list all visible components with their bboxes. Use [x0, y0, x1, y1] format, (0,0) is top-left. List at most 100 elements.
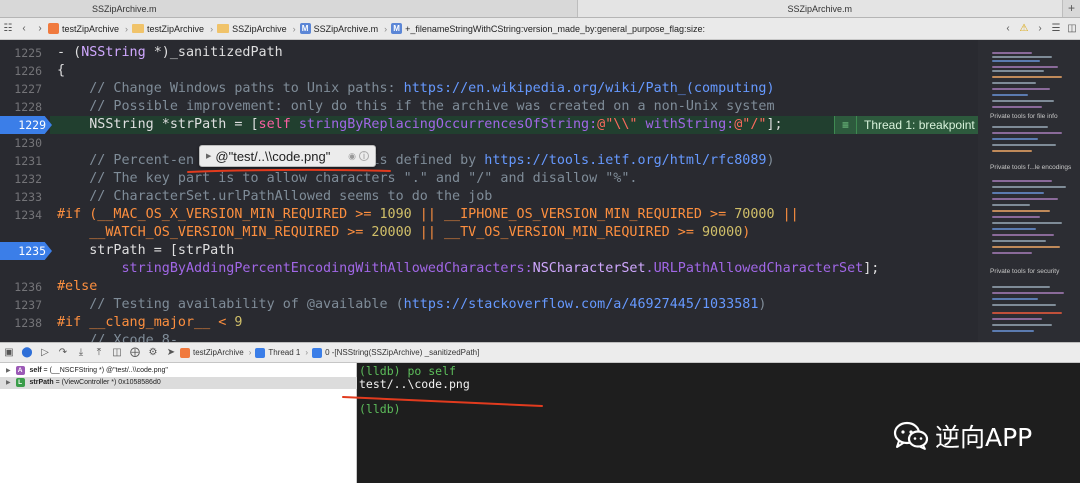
line-number: 1238: [14, 316, 42, 330]
variable-value: = (__NSCFString *) @"test/..\\code.png": [41, 367, 168, 374]
hide-debug-area-icon[interactable]: ▣: [0, 347, 18, 358]
minimap-line: [992, 304, 1056, 306]
environment-overrides-icon[interactable]: ⚙: [144, 347, 162, 358]
quick-look-icon[interactable]: ◉: [348, 151, 356, 162]
minimap-line: [992, 76, 1062, 78]
step-into-icon[interactable]: ⤓: [72, 347, 90, 358]
minimap-line: [992, 246, 1060, 248]
breakpoint-marker[interactable]: 1235: [0, 242, 52, 260]
minimap-line: [992, 100, 1054, 102]
simulate-location-icon[interactable]: ➤: [162, 347, 180, 358]
breadcrumb-file[interactable]: M SSZipArchive.m: [299, 23, 378, 34]
local-badge-icon: L: [15, 377, 25, 387]
disclosure-triangle-icon[interactable]: ▶: [6, 368, 11, 374]
line-number: 1232: [14, 172, 42, 186]
minimap-line: [992, 240, 1046, 242]
toggle-breakpoints-icon[interactable]: ⬤: [18, 347, 36, 358]
window-tab-1[interactable]: SSZipArchive.m: [0, 0, 577, 17]
minimap-line: [992, 192, 1044, 194]
editor-options-icon[interactable]: ☰: [1048, 23, 1064, 34]
code-line: // Testing availability of @available (h…: [57, 297, 767, 312]
code-line: #if __clang_major__ < 9: [57, 315, 243, 330]
code-line: // CharacterSet.urlPathAllowed seems to …: [57, 189, 493, 204]
minimap-line: [992, 186, 1066, 188]
warning-icon[interactable]: ⚠: [1016, 23, 1032, 34]
debug-breadcrumb-process[interactable]: testZipArchive: [180, 347, 244, 358]
line-number: 1233: [14, 190, 42, 204]
data-tip-popover[interactable]: ▶ @"test/..\\code.png" ◉ i: [199, 145, 376, 167]
window-tab-2[interactable]: SSZipArchive.m: [576, 0, 1062, 17]
minimap-mark-label[interactable]: Private tools for file info: [990, 113, 1058, 120]
code-link[interactable]: https://tools.ietf.org/html/rfc8089: [484, 153, 766, 168]
minimap-line: [992, 150, 1032, 152]
view-debugger-icon[interactable]: ◫: [108, 347, 126, 358]
thread-breakpoint-badge[interactable]: ≡ Thread 1: breakpoint: [834, 116, 978, 134]
stack-frame-icon: [312, 347, 323, 358]
debug-breadcrumb-thread[interactable]: Thread 1: [255, 347, 300, 358]
variable-row[interactable]: ▶ L strPath = (ViewController *) 0x10585…: [0, 377, 357, 389]
minimap-line: [992, 312, 1062, 314]
previous-issue-icon[interactable]: ‹: [1000, 23, 1016, 34]
line-number: 1226: [14, 64, 42, 78]
method-icon: M: [391, 23, 403, 34]
objc-file-icon: M: [299, 23, 311, 34]
minimap-line: [992, 126, 1048, 128]
code-line: // The key part is to allow characters "…: [57, 171, 638, 186]
app-icon: [180, 347, 190, 358]
code-line: #else: [57, 279, 98, 294]
line-number: 1236: [14, 280, 42, 294]
code-line: #if (__MAC_OS_X_VERSION_MIN_REQUIRED >= …: [57, 207, 799, 222]
minimap-line: [992, 286, 1050, 288]
minimap-line: [992, 138, 1038, 140]
minimap-line: [992, 234, 1054, 236]
minimap-line: [992, 88, 1050, 90]
disclosure-triangle-icon[interactable]: ▶: [6, 380, 11, 386]
minimap-line: [992, 180, 1052, 182]
info-icon[interactable]: i: [359, 151, 369, 161]
breadcrumb-method[interactable]: M +_filenameStringWithCString:version_ma…: [391, 23, 705, 34]
watermark: 逆向APP: [893, 418, 1032, 454]
minimap[interactable]: Private tools for file info Private tool…: [978, 40, 1080, 342]
console-prompt[interactable]: (lldb): [359, 402, 401, 416]
minimap-line: [992, 222, 1062, 224]
code-line: {: [57, 63, 66, 78]
code-link[interactable]: https://en.wikipedia.org/wiki/Path_(comp…: [404, 81, 775, 96]
disclosure-triangle-icon[interactable]: ▶: [206, 152, 211, 160]
related-items-icon[interactable]: ☷: [0, 23, 16, 34]
argument-badge-icon: A: [15, 365, 25, 375]
line-number: 1227: [14, 82, 42, 96]
code-line: // Possible improvement: only do this if…: [57, 99, 775, 114]
continue-icon[interactable]: ▷: [36, 347, 54, 358]
minimap-mark-label[interactable]: Private tools for security: [990, 268, 1059, 275]
new-tab-button[interactable]: +: [1062, 0, 1080, 17]
minimap-line: [992, 52, 1032, 54]
breadcrumb-project[interactable]: testZipArchive: [48, 23, 119, 34]
step-out-icon[interactable]: ⤒: [90, 347, 108, 358]
window-tab-bar: SSZipArchive.m SSZipArchive.m +: [0, 0, 1080, 18]
forward-arrow-icon[interactable]: ›: [32, 23, 48, 34]
breakpoint-marker[interactable]: 1229: [0, 116, 52, 134]
line-number: 1234: [14, 208, 42, 222]
breadcrumb-folder[interactable]: SSZipArchive: [217, 24, 287, 34]
minimap-line: [992, 324, 1052, 326]
add-editor-icon[interactable]: ◫: [1064, 23, 1080, 34]
breakpoint-list-icon: ≡: [835, 116, 857, 134]
back-arrow-icon[interactable]: ‹: [16, 23, 32, 34]
jump-bar: ☷ ‹ › testZipArchive › testZipArchive › …: [0, 18, 1080, 40]
console-output: test/..\code.png: [359, 377, 470, 391]
debug-breadcrumb-frame[interactable]: 0 -[NSString(SSZipArchive) _sanitizedPat…: [312, 347, 479, 358]
code-link[interactable]: https://stackoverflow.com/a/46927445/103…: [404, 297, 759, 312]
folder-icon: [217, 24, 230, 33]
variables-view[interactable]: ▶ A self = (__NSCFString *) @"test/..\\c…: [0, 363, 357, 483]
data-tip-value: @"test/..\\code.png": [215, 148, 331, 164]
variable-row[interactable]: ▶ A self = (__NSCFString *) @"test/..\\c…: [0, 365, 357, 377]
breadcrumb-group[interactable]: testZipArchive: [132, 24, 204, 34]
next-issue-icon[interactable]: ›: [1032, 23, 1048, 34]
line-number: 1237: [14, 298, 42, 312]
line-gutter[interactable]: 1225 1226 1227 1228 1229 1230 1231 1232 …: [0, 40, 52, 342]
step-over-icon[interactable]: ↷: [54, 347, 72, 358]
source-editor[interactable]: 1225 1226 1227 1228 1229 1230 1231 1232 …: [0, 40, 978, 342]
code-line: stringByAddingPercentEncodingWithAllowed…: [57, 261, 880, 276]
minimap-mark-label[interactable]: Private tools f...le encodings: [990, 164, 1071, 171]
memory-graph-icon[interactable]: ⨁: [126, 347, 144, 358]
